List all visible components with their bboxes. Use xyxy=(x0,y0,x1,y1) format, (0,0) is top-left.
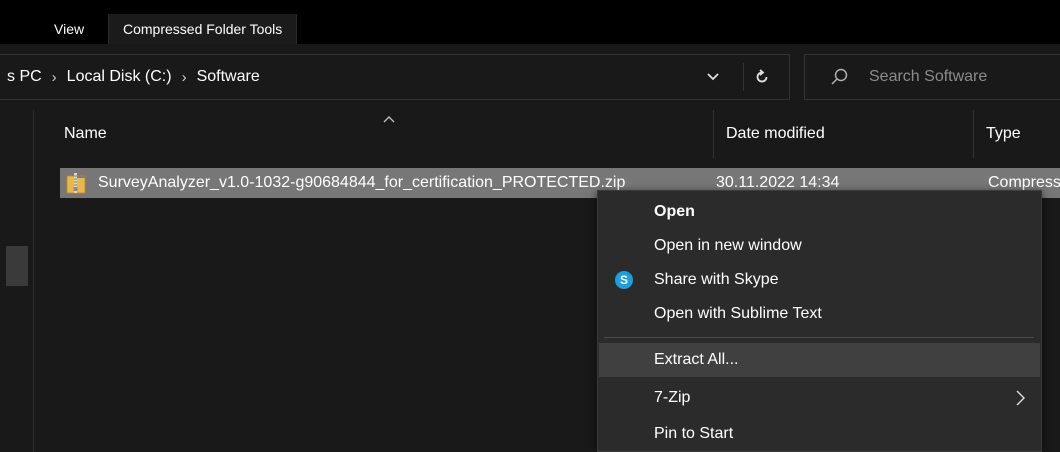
refresh-icon xyxy=(756,69,767,83)
menu-item-7-zip[interactable]: 7-Zip xyxy=(599,381,1040,415)
chevron-down-icon[interactable] xyxy=(701,65,725,89)
zip-folder-icon xyxy=(66,173,86,194)
column-header-type[interactable]: Type xyxy=(974,110,1060,158)
breadcrumb-this-pc[interactable]: s PC xyxy=(7,68,42,86)
column-header-name[interactable]: Name xyxy=(34,110,714,158)
menu-item-label: 7-Zip xyxy=(654,389,691,406)
tab-compressed-folder-tools[interactable]: Compressed Folder Tools xyxy=(108,14,298,44)
chevron-right-icon xyxy=(1016,390,1025,406)
sort-ascending-icon xyxy=(383,116,395,123)
menu-item-extract-all[interactable]: Extract All... xyxy=(599,343,1040,377)
column-header-name-label: Name xyxy=(64,125,107,142)
menu-item-open-with-sublime-text[interactable]: Open with Sublime Text xyxy=(599,297,1040,331)
file-explorer-window: View Compressed Folder Tools s PC › Loca… xyxy=(0,0,1060,452)
breadcrumb: s PC › Local Disk (C:) › Software xyxy=(7,55,260,99)
column-headers: Name Date modified Type xyxy=(34,110,1060,158)
tab-view[interactable]: View xyxy=(40,14,98,44)
menu-item-open[interactable]: Open xyxy=(599,195,1040,229)
context-menu: Open Open in new window S Share with Sky… xyxy=(597,190,1042,452)
nav-selected-item[interactable] xyxy=(6,246,28,286)
search-box[interactable] xyxy=(804,54,1060,100)
search-icon xyxy=(831,68,848,85)
ribbon-tab-strip: View Compressed Folder Tools xyxy=(0,0,1060,44)
skype-icon: S xyxy=(615,271,633,289)
breadcrumb-separator-icon[interactable]: › xyxy=(182,69,187,86)
menu-item-label: Share with Skype xyxy=(654,271,779,288)
menu-item-pin-to-start[interactable]: Pin to Start xyxy=(599,417,1040,451)
breadcrumb-local-disk[interactable]: Local Disk (C:) xyxy=(67,68,172,86)
breadcrumb-separator-icon[interactable]: › xyxy=(52,69,57,86)
column-header-date[interactable]: Date modified xyxy=(714,110,974,158)
menu-item-open-in-new-window[interactable]: Open in new window xyxy=(599,229,1040,263)
navigation-pane[interactable] xyxy=(0,110,34,452)
search-input[interactable] xyxy=(869,55,1049,99)
menu-item-share-with-skype[interactable]: S Share with Skype xyxy=(599,263,1040,297)
file-name[interactable]: SurveyAnalyzer_v1.0-1032-g90684844_for_c… xyxy=(98,168,625,198)
refresh-button[interactable] xyxy=(743,63,779,91)
address-row: s PC › Local Disk (C:) › Software xyxy=(0,44,1060,110)
breadcrumb-software[interactable]: Software xyxy=(197,68,260,86)
menu-separator xyxy=(604,337,1034,338)
address-bar[interactable]: s PC › Local Disk (C:) › Software xyxy=(0,54,790,100)
